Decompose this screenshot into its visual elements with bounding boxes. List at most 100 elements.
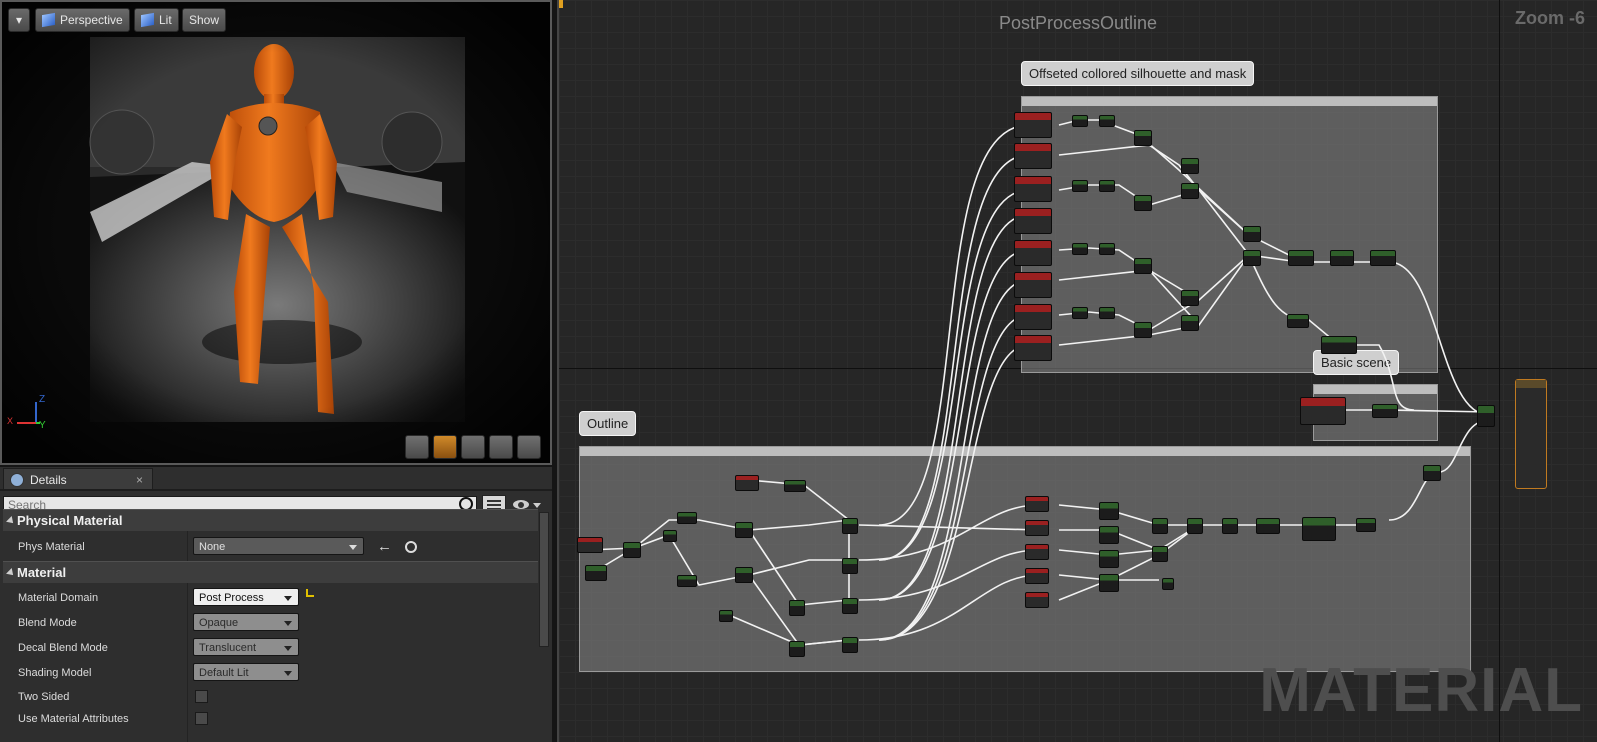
- browse-search-icon[interactable]: [405, 541, 417, 553]
- material-node[interactable]: [1072, 243, 1088, 255]
- material-node[interactable]: [677, 575, 697, 587]
- viewport-options-button[interactable]: ▾: [8, 8, 30, 32]
- material-node[interactable]: [1072, 307, 1088, 319]
- material-node[interactable]: [789, 600, 805, 616]
- preview-cylinder-icon[interactable]: [405, 435, 429, 459]
- category-material[interactable]: Material: [3, 561, 538, 583]
- material-node[interactable]: [1330, 250, 1354, 266]
- material-node[interactable]: [735, 522, 753, 538]
- material-node[interactable]: [1014, 335, 1052, 361]
- material-node[interactable]: [1025, 496, 1049, 512]
- blend-mode-combo[interactable]: Opaque: [193, 613, 299, 631]
- material-node[interactable]: [1099, 502, 1119, 520]
- use-material-attributes-checkbox[interactable]: [195, 712, 208, 725]
- phys-material-combo[interactable]: None: [193, 537, 364, 555]
- material-node[interactable]: [1321, 336, 1357, 354]
- material-node[interactable]: [1014, 240, 1052, 266]
- material-node[interactable]: [1099, 550, 1119, 568]
- details-scrollbar[interactable]: [539, 512, 549, 647]
- material-node[interactable]: [735, 567, 753, 583]
- material-node[interactable]: [1181, 315, 1199, 331]
- material-node[interactable]: [784, 480, 806, 492]
- material-node[interactable]: [1014, 143, 1052, 169]
- material-node[interactable]: [1152, 546, 1168, 562]
- material-node[interactable]: [1014, 304, 1052, 330]
- lit-cube-icon: [141, 12, 154, 28]
- material-node[interactable]: [1014, 176, 1052, 202]
- material-node[interactable]: [1014, 208, 1052, 234]
- material-node[interactable]: [1134, 130, 1152, 146]
- material-node[interactable]: [1099, 115, 1115, 127]
- material-node[interactable]: [842, 598, 858, 614]
- material-node[interactable]: [623, 542, 641, 558]
- close-icon[interactable]: ×: [136, 469, 143, 491]
- material-node[interactable]: [1477, 405, 1495, 427]
- material-node[interactable]: [1025, 544, 1049, 560]
- tab-details[interactable]: Details ×: [3, 468, 153, 490]
- material-node[interactable]: [663, 530, 677, 542]
- show-button[interactable]: Show: [182, 8, 227, 32]
- chevron-down-icon: [284, 671, 292, 676]
- material-node[interactable]: [1287, 314, 1309, 328]
- material-node[interactable]: [1025, 568, 1049, 584]
- material-node[interactable]: [577, 537, 603, 553]
- preview-teapot-icon[interactable]: [517, 435, 541, 459]
- material-node[interactable]: [1181, 158, 1199, 174]
- preview-plane-icon[interactable]: [461, 435, 485, 459]
- material-node[interactable]: [1152, 518, 1168, 534]
- graph-wires: [588, 119, 1490, 646]
- material-node[interactable]: [1181, 183, 1199, 199]
- material-node[interactable]: [842, 558, 858, 574]
- column-splitter[interactable]: [187, 509, 188, 742]
- material-node[interactable]: [585, 565, 607, 581]
- material-node[interactable]: [1072, 115, 1088, 127]
- material-node[interactable]: [1134, 258, 1152, 274]
- perspective-button[interactable]: Perspective: [35, 8, 130, 32]
- material-node[interactable]: [1372, 404, 1398, 418]
- material-node[interactable]: [1099, 180, 1115, 192]
- material-node[interactable]: [1099, 243, 1115, 255]
- material-node[interactable]: [789, 641, 805, 657]
- material-node[interactable]: [842, 637, 858, 653]
- material-node[interactable]: [1302, 517, 1336, 541]
- material-result-node[interactable]: [1515, 379, 1547, 489]
- level-viewport[interactable]: ▾ Perspective Lit Show Z Y X: [0, 0, 552, 465]
- decal-blend-mode-combo[interactable]: Translucent: [193, 638, 299, 656]
- reset-to-default-icon[interactable]: [306, 589, 314, 597]
- material-node[interactable]: [842, 518, 858, 534]
- two-sided-checkbox[interactable]: [195, 690, 208, 703]
- material-node[interactable]: [677, 512, 697, 524]
- material-node[interactable]: [1243, 226, 1261, 242]
- material-node[interactable]: [1134, 195, 1152, 211]
- material-node[interactable]: [1423, 465, 1441, 481]
- material-node[interactable]: [1025, 520, 1049, 536]
- material-node[interactable]: [735, 475, 759, 491]
- material-node[interactable]: [1288, 250, 1314, 266]
- material-node[interactable]: [1187, 518, 1203, 534]
- preview-cube-icon[interactable]: [489, 435, 513, 459]
- lit-button[interactable]: Lit: [134, 8, 179, 32]
- material-node[interactable]: [1256, 518, 1280, 534]
- material-node[interactable]: [1025, 592, 1049, 608]
- material-node[interactable]: [1099, 307, 1115, 319]
- material-node[interactable]: [1099, 574, 1119, 592]
- material-node[interactable]: [719, 610, 733, 622]
- shading-model-combo[interactable]: Default Lit: [193, 663, 299, 681]
- material-node[interactable]: [1014, 112, 1052, 138]
- material-node[interactable]: [1370, 250, 1396, 266]
- material-node[interactable]: [1072, 180, 1088, 192]
- material-node[interactable]: [1243, 250, 1261, 266]
- material-node[interactable]: [1356, 518, 1376, 532]
- material-node[interactable]: [1300, 397, 1346, 425]
- use-selected-arrow-icon[interactable]: ←: [377, 538, 392, 555]
- material-node[interactable]: [1181, 290, 1199, 306]
- material-node[interactable]: [1099, 526, 1119, 544]
- material-node[interactable]: [1014, 272, 1052, 298]
- material-node[interactable]: [1162, 578, 1174, 590]
- material-domain-combo[interactable]: Post Process: [193, 588, 299, 606]
- material-node[interactable]: [1222, 518, 1238, 534]
- category-physical-material[interactable]: Physical Material: [3, 509, 538, 531]
- preview-sphere-icon[interactable]: [433, 435, 457, 459]
- material-graph-editor[interactable]: PostProcessOutline Zoom -6 Offseted coll…: [557, 0, 1597, 742]
- material-node[interactable]: [1134, 322, 1152, 338]
